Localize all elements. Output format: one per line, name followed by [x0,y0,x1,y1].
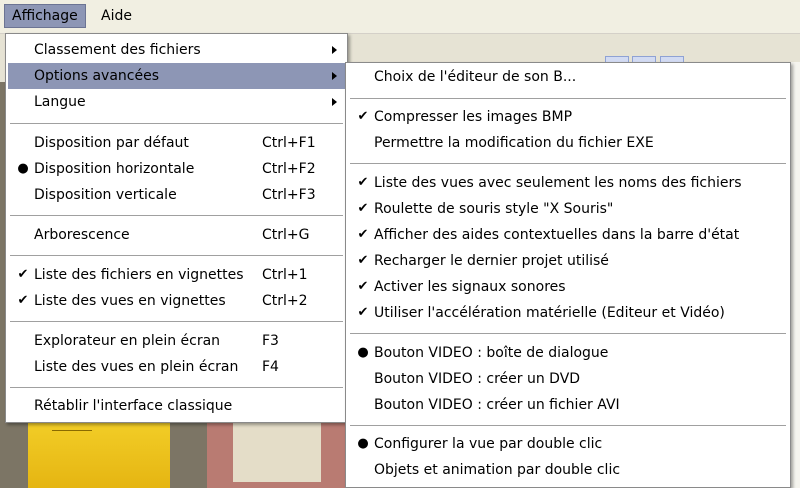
menu-item-options-avancees[interactable]: Options avancées [8,63,345,89]
menu-item-label: Permettre la modification du fichier EXE [374,135,654,151]
menu-item-label: Afficher des aides contextuelles dans la… [374,227,740,243]
menu-separator [10,255,343,256]
menu-affichage[interactable]: Affichage [4,4,86,28]
menu-item-shortcut: Ctrl+2 [262,293,308,309]
menu-separator [10,215,343,216]
menu-separator [10,387,343,388]
menu-item-label: Utiliser l'accélération matérielle (Edit… [374,305,725,321]
checkmark-icon: ✔ [357,279,369,294]
menu-item-objets-animation-double-clic[interactable]: Objets et animation par double clic [348,457,788,483]
menu-item-modification-exe[interactable]: Permettre la modification du fichier EXE [348,130,788,156]
menu-item-label: Bouton VIDEO : créer un DVD [374,371,581,387]
options-avancees-submenu: Choix de l'éditeur de son B... ✔ Compres… [345,62,791,488]
menu-item-shortcut: F3 [262,333,279,349]
thumbnail-text [52,430,92,461]
affichage-menu: Classement des fichiers Options avancées… [5,33,348,423]
menu-item-label: Rétablir l'interface classique [34,398,233,414]
menu-item-label: Bouton VIDEO : boîte de dialogue [374,345,609,361]
menu-separator [350,333,786,334]
menu-item-acceleration-materielle[interactable]: ✔ Utiliser l'accélération matérielle (Ed… [348,300,788,326]
radio-bullet-icon: ● [357,345,369,360]
menu-item-shortcut: F4 [262,359,279,375]
menu-item-shortcut: Ctrl+G [262,227,310,243]
menu-item-disposition-horizontale[interactable]: ● Disposition horizontale Ctrl+F2 [8,156,345,182]
menu-item-liste-vues-noms[interactable]: ✔ Liste des vues avec seulement les noms… [348,170,788,196]
checkmark-icon: ✔ [17,293,29,308]
menu-item-video-dialogue[interactable]: ● Bouton VIDEO : boîte de dialogue [348,340,788,366]
menu-item-label: Choix de l'éditeur de son B... [374,69,577,85]
menu-item-explorateur-plein-ecran[interactable]: Explorateur en plein écran F3 [8,328,345,354]
radio-bullet-icon: ● [357,436,369,451]
menu-item-label: Disposition verticale [34,187,177,203]
submenu-arrow-icon [332,72,337,80]
checkmark-icon: ✔ [357,201,369,216]
menu-item-label: Activer les signaux sonores [374,279,566,295]
menu-item-signaux-sonores[interactable]: ✔ Activer les signaux sonores [348,274,788,300]
submenu-arrow-icon [332,46,337,54]
menu-item-classement-fichiers[interactable]: Classement des fichiers [8,37,345,63]
menu-item-video-avi[interactable]: Bouton VIDEO : créer un fichier AVI [348,392,788,418]
menu-item-liste-fichiers-vignettes[interactable]: ✔ Liste des fichiers en vignettes Ctrl+1 [8,262,345,288]
menu-item-configurer-vue-double-clic[interactable]: ● Configurer la vue par double clic [348,431,788,457]
thumbnail-label-image [233,422,321,482]
menu-separator [10,321,343,322]
menu-item-label: Disposition par défaut [34,135,189,151]
menu-item-aides-contextuelles[interactable]: ✔ Afficher des aides contextuelles dans … [348,222,788,248]
checkmark-icon: ✔ [357,109,369,124]
thumbnail-image[interactable] [207,412,347,488]
menu-item-retablir-interface[interactable]: Rétablir l'interface classique [8,393,345,419]
menu-item-label: Options avancées [34,68,160,84]
menu-item-label: Configurer la vue par double clic [374,436,603,452]
menu-item-recharger-projet[interactable]: ✔ Recharger le dernier projet utilisé [348,248,788,274]
menu-separator [10,123,343,124]
scrollbar[interactable] [790,62,800,488]
menu-item-choix-editeur-son[interactable]: Choix de l'éditeur de son B... [348,64,788,90]
menu-item-shortcut: Ctrl+F2 [262,161,316,177]
menu-item-langue[interactable]: Langue [8,89,345,115]
menu-item-label: Roulette de souris style "X Souris" [374,201,614,217]
menu-item-label: Liste des fichiers en vignettes [34,267,244,283]
menu-bar: Affichage Aide [0,0,800,34]
menu-item-label: Langue [34,94,86,110]
menu-separator [350,425,786,426]
menu-item-label: Explorateur en plein écran [34,333,221,349]
menu-separator [350,98,786,99]
menu-item-disposition-verticale[interactable]: Disposition verticale Ctrl+F3 [8,182,345,208]
menu-item-label: Liste des vues avec seulement les noms d… [374,175,742,191]
menu-item-label: Recharger le dernier projet utilisé [374,253,609,269]
menu-item-label: Classement des fichiers [34,42,201,58]
menu-item-shortcut: Ctrl+F3 [262,187,316,203]
checkmark-icon: ✔ [357,175,369,190]
checkmark-icon: ✔ [357,305,369,320]
menu-item-label: Objets et animation par double clic [374,462,621,478]
menu-item-liste-vues-vignettes[interactable]: ✔ Liste des vues en vignettes Ctrl+2 [8,288,345,314]
menu-item-disposition-defaut[interactable]: Disposition par défaut Ctrl+F1 [8,130,345,156]
menu-item-label: Liste des vues en plein écran [34,359,239,375]
menu-item-label: Bouton VIDEO : créer un fichier AVI [374,397,620,413]
checkmark-icon: ✔ [357,253,369,268]
checkmark-icon: ✔ [357,227,369,242]
menu-item-compresser-bmp[interactable]: ✔ Compresser les images BMP [348,104,788,130]
menu-separator [350,163,786,164]
menu-item-label: Arborescence [34,227,130,243]
menu-item-label: Liste des vues en vignettes [34,293,226,309]
menu-aide[interactable]: Aide [94,4,139,28]
menu-item-arborescence[interactable]: Arborescence Ctrl+G [8,222,345,248]
radio-bullet-icon: ● [17,161,29,176]
menu-item-roulette-souris[interactable]: ✔ Roulette de souris style "X Souris" [348,196,788,222]
menu-item-shortcut: Ctrl+F1 [262,135,316,151]
menu-item-label: Compresser les images BMP [374,109,573,125]
submenu-arrow-icon [332,98,337,106]
menu-item-liste-vues-plein-ecran[interactable]: Liste des vues en plein écran F4 [8,354,345,380]
menu-item-video-dvd[interactable]: Bouton VIDEO : créer un DVD [348,366,788,392]
menu-item-label: Disposition horizontale [34,161,195,177]
thumbnail-image[interactable] [28,412,170,488]
menu-item-shortcut: Ctrl+1 [262,267,308,283]
checkmark-icon: ✔ [17,267,29,282]
